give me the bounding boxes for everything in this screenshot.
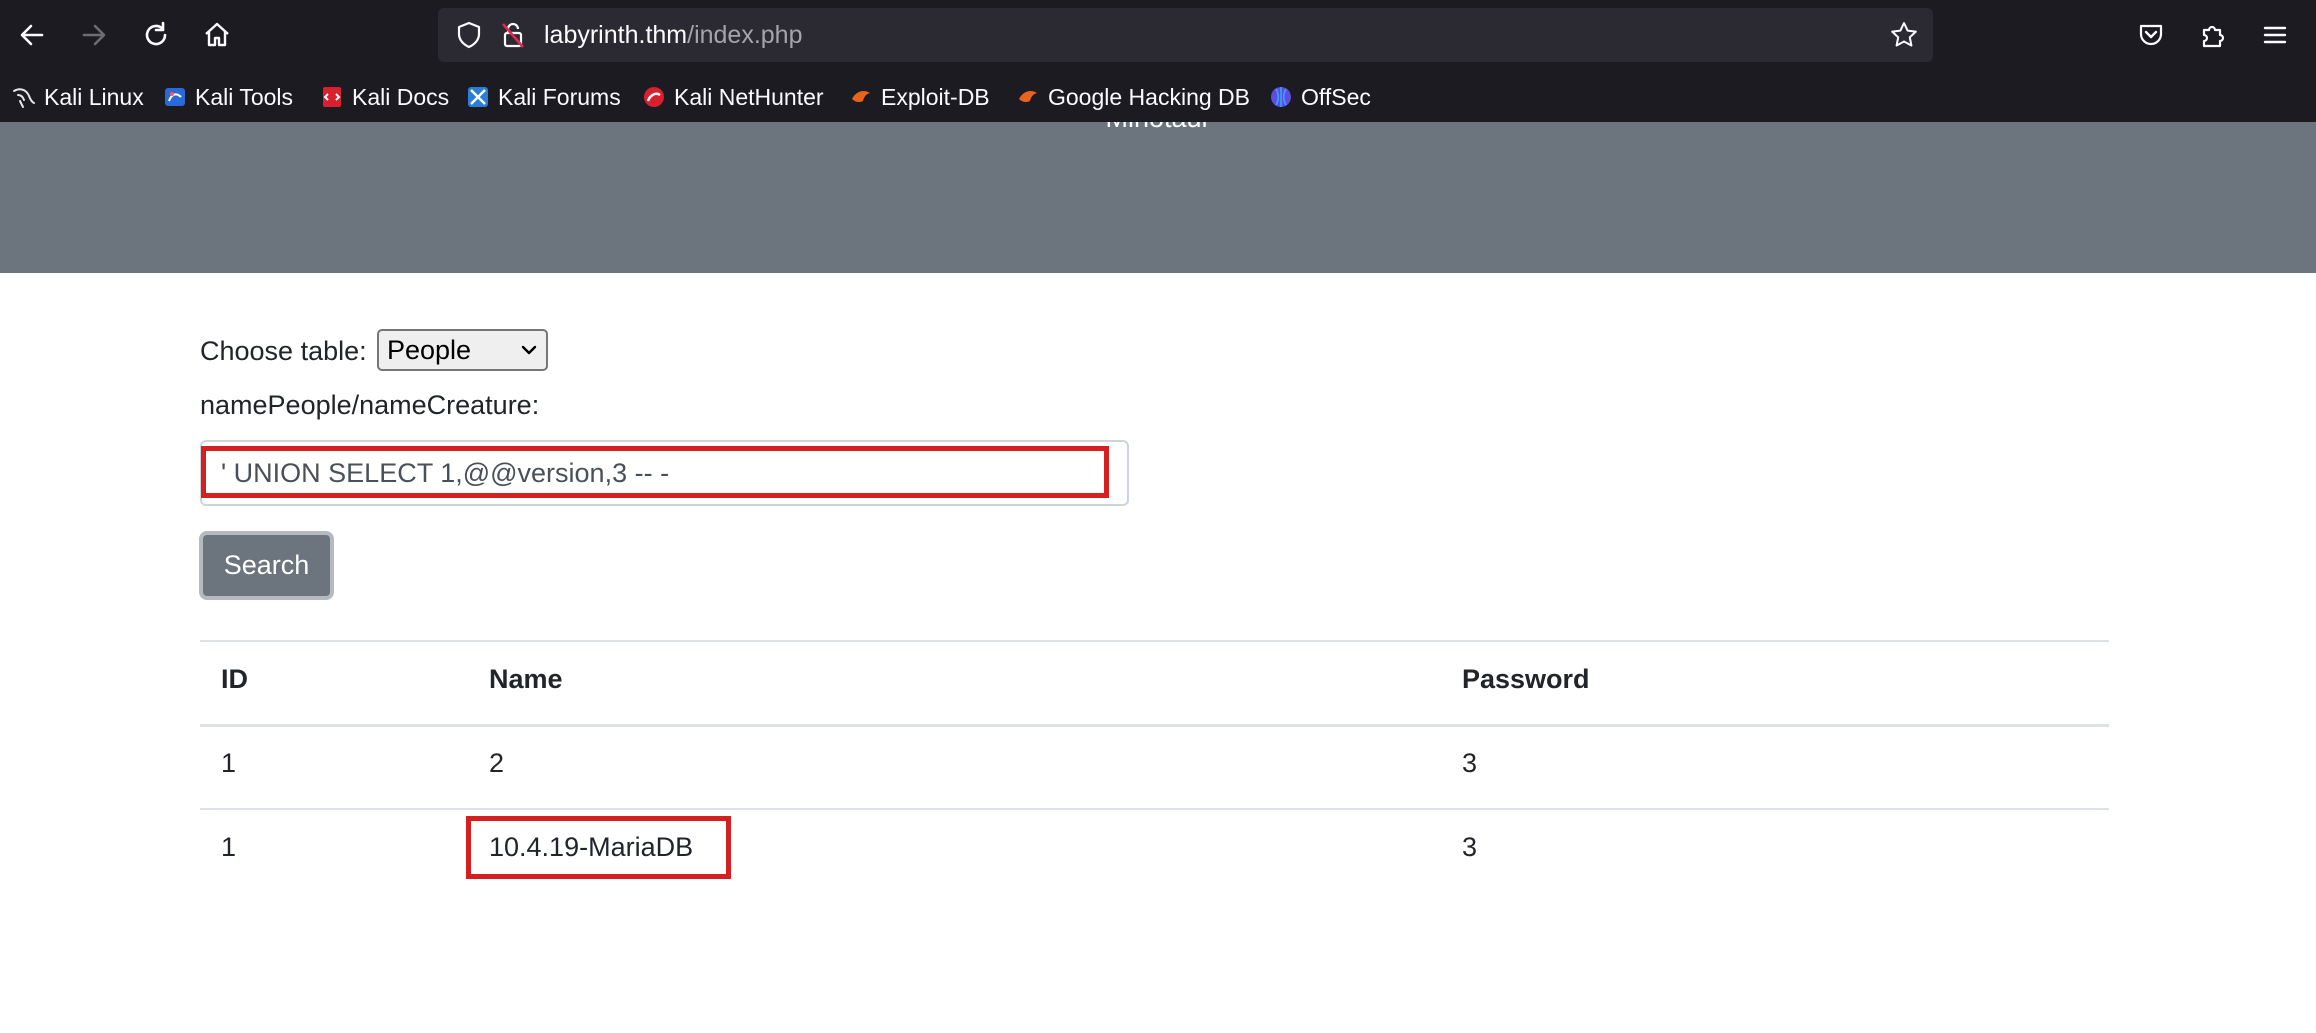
bookmark-google-hacking-db[interactable]: Google Hacking DB (1016, 80, 1250, 114)
arrow-left-icon (20, 24, 44, 46)
kali-nethunter-icon (642, 85, 666, 109)
bookmark-label: Exploit-DB (881, 83, 990, 110)
table-cell: 3 (1462, 832, 1478, 862)
offsec-icon (1269, 85, 1293, 109)
back-button[interactable] (9, 12, 55, 58)
table-select-value: People (387, 335, 472, 365)
table-cell: 2 (489, 748, 505, 778)
bookmark-label: Kali Tools (195, 83, 294, 110)
home-icon (205, 22, 229, 47)
exploit-db-icon (1016, 85, 1040, 109)
url-path: /index.php (687, 21, 803, 49)
column-header-password: Password (1462, 664, 1590, 694)
home-button[interactable] (194, 12, 240, 58)
bookmark-kali-forums[interactable]: Kali Forums (466, 80, 621, 114)
bookmark-star-icon[interactable] (1889, 20, 1919, 50)
name-field-label: namePeople/nameCreature: (200, 390, 540, 420)
hero-title: Minotaur (0, 122, 2316, 138)
bookmark-kali-tools[interactable]: Kali Tools (163, 80, 293, 114)
pocket-icon (2139, 24, 2163, 46)
address-bar[interactable]: labyrinth.thm/index.php (438, 8, 1933, 62)
bookmark-label: Kali Linux (44, 83, 144, 110)
table-select[interactable]: People (377, 329, 548, 371)
bookmark-label: Kali Forums (498, 83, 621, 110)
reload-button[interactable] (133, 12, 179, 58)
bookmark-offsec[interactable]: OffSec (1269, 80, 1371, 114)
arrow-right-icon (82, 24, 106, 46)
exploit-db-icon (849, 85, 873, 109)
annotation-highlight-cell (466, 816, 731, 879)
chevron-down-icon (521, 345, 537, 355)
annotation-highlight-input (201, 446, 1109, 498)
browser-toolbar: labyrinth.thm/index.php (0, 0, 2316, 72)
hamburger-menu-icon (2263, 26, 2287, 44)
bookmark-label: OffSec (1301, 83, 1371, 110)
table-cell: 3 (1462, 748, 1478, 778)
bookmark-kali-nethunter[interactable]: Kali NetHunter (642, 80, 824, 114)
table-divider (200, 724, 2109, 727)
extensions-button[interactable] (2190, 12, 2236, 58)
bookmarks-toolbar: Kali Linux Kali Tools Kali Docs Kali For… (0, 72, 2316, 122)
bookmark-exploit-db[interactable]: Exploit-DB (849, 80, 990, 114)
pocket-button[interactable] (2128, 12, 2174, 58)
puzzle-piece-icon (2202, 25, 2225, 48)
column-header-name: Name (489, 664, 563, 694)
column-header-id: ID (221, 664, 248, 694)
table-divider (200, 640, 2109, 642)
bookmark-label: Kali Docs (352, 83, 450, 110)
table-divider (200, 808, 2109, 810)
url-host: labyrinth.thm (544, 21, 688, 49)
table-cell: 1 (221, 832, 237, 862)
kali-tools-icon (163, 85, 187, 109)
kali-docs-icon (320, 85, 344, 109)
shield-icon[interactable] (454, 20, 484, 50)
search-button[interactable]: Search (199, 531, 334, 600)
kali-forums-icon (466, 85, 490, 109)
table-cell: 1 (221, 748, 237, 778)
menu-button[interactable] (2252, 12, 2298, 58)
kali-dragon-icon (12, 85, 36, 109)
hero-banner: Minotaur (0, 122, 2316, 273)
reload-icon (145, 21, 167, 46)
bookmark-label: Google Hacking DB (1048, 83, 1250, 110)
bookmark-kali-linux[interactable]: Kali Linux (12, 80, 144, 114)
bookmark-kali-docs[interactable]: Kali Docs (320, 80, 449, 114)
url-text[interactable]: labyrinth.thm/index.php (544, 20, 803, 50)
choose-table-label: Choose table: (200, 336, 367, 366)
forward-button[interactable] (71, 12, 117, 58)
insecure-lock-icon[interactable] (498, 20, 528, 50)
bookmark-label: Kali NetHunter (674, 83, 824, 110)
